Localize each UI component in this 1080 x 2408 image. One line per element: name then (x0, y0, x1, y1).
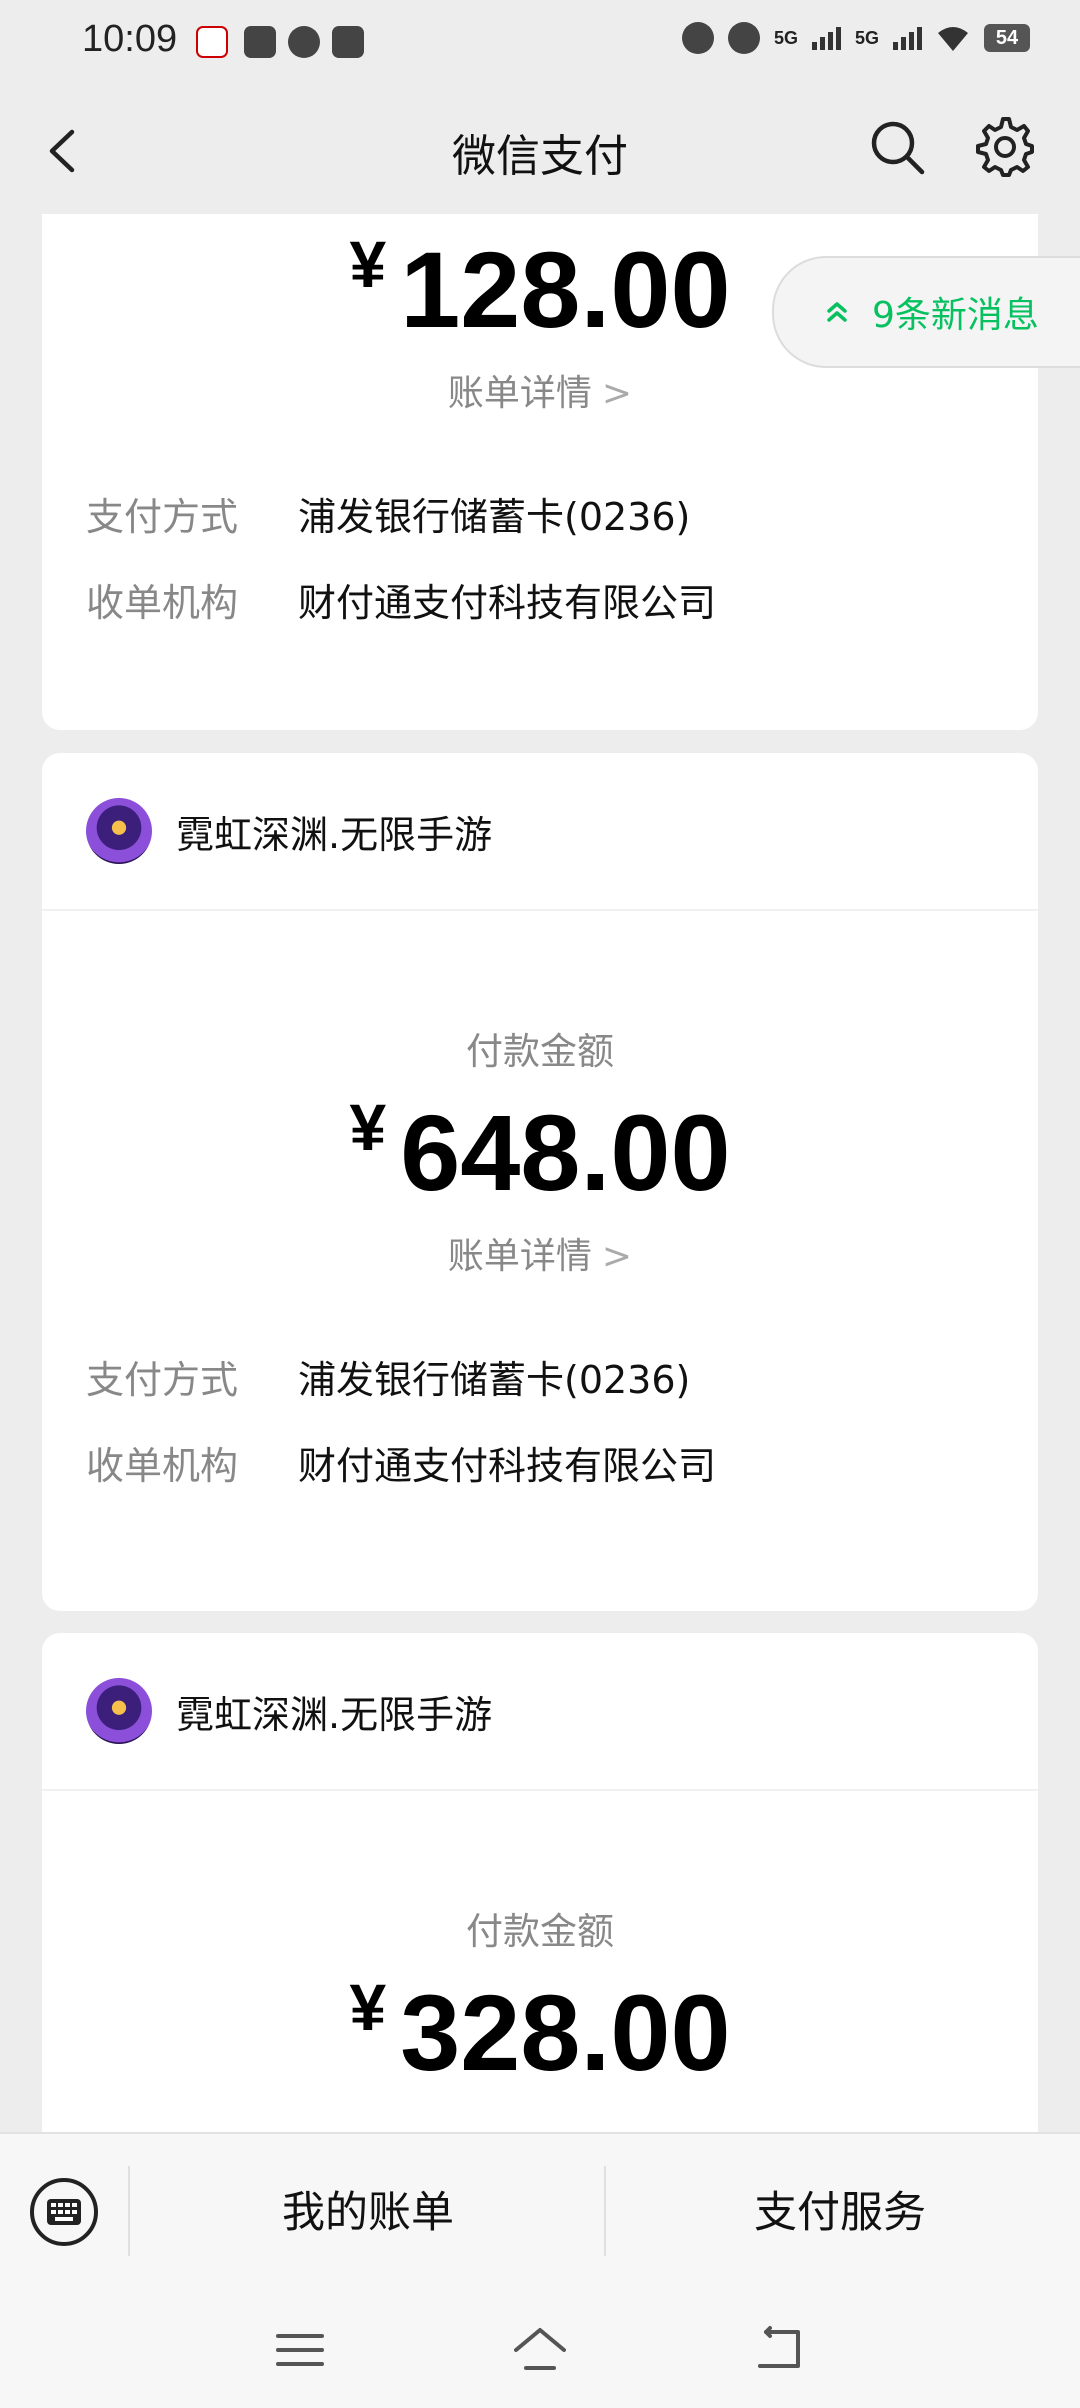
payment-method-value: 浦发银行储蓄卡(0236) (298, 494, 691, 539)
merchant-header[interactable]: 霓虹深渊.无限手游 (42, 1633, 1038, 1791)
status-time: 10:09 (82, 18, 178, 60)
notification-mail-icon (244, 26, 276, 58)
merchant-avatar (86, 1678, 152, 1744)
acquirer-label: 收单机构 (86, 1443, 239, 1488)
new-messages-label: 9条新消息 (872, 295, 1039, 336)
acquirer-row: 收单机构 财付通支付科技有限公司 (42, 1419, 1038, 1505)
payment-method-label: 支付方式 (86, 1357, 239, 1402)
bill-detail-link[interactable]: 账单详情 > (42, 364, 1038, 416)
status-bar: 10:09 5G 5G 54 (0, 0, 1080, 86)
wifi-icon (938, 27, 968, 51)
payment-list[interactable]: ¥128.00 账单详情 > 支付方式 浦发银行储蓄卡(0236) 收单机构 财付… (0, 214, 1080, 2132)
acquirer-label: 收单机构 (86, 580, 239, 625)
payment-method-label: 支付方式 (86, 494, 239, 539)
double-chevron-up-icon (827, 302, 847, 322)
signal-bars-icon-2 (893, 26, 922, 50)
acquirer-value: 财付通支付科技有限公司 (298, 580, 717, 625)
pay-services-button[interactable]: 支付服务 (620, 2178, 1060, 2240)
currency-symbol: ¥ (349, 1970, 387, 2044)
nav-bar: 微信支付 (0, 86, 1080, 214)
alarm-icon (681, 22, 714, 54)
payment-method-row: 支付方式 浦发银行储蓄卡(0236) (42, 1333, 1038, 1419)
my-bills-button[interactable]: 我的账单 (148, 2178, 588, 2240)
bill-detail-label: 账单详情 (447, 373, 592, 414)
chevron-right-icon: > (601, 1236, 633, 1277)
acquirer-value: 财付通支付科技有限公司 (298, 1443, 717, 1488)
bill-detail-link[interactable]: 账单详情 > (42, 1227, 1038, 1279)
merchant-header[interactable]: 霓虹深渊.无限手游 (42, 753, 1038, 911)
notification-app-icon (196, 26, 228, 58)
bottom-menu-bar: 我的账单 支付服务 (0, 2132, 1080, 2288)
payment-amount-label: 付款金额 (466, 1910, 614, 1953)
payment-amount: ¥648.00 (42, 1089, 1038, 1215)
menu-divider (128, 2166, 130, 2256)
payment-amount: ¥328.00 (42, 1969, 1038, 2095)
merchant-name: 霓虹深渊.无限手游 (176, 812, 493, 857)
signal-label-1: 5G (773, 28, 798, 48)
system-navigation-bar (0, 2286, 1080, 2408)
amount-value: 328.00 (400, 1972, 731, 2093)
signal-bars-icon (811, 26, 841, 50)
payment-card-3[interactable]: 霓虹深渊.无限手游 付款金额 ¥328.00 (42, 1633, 1038, 2132)
menu-icon[interactable] (272, 2322, 328, 2378)
payment-amount-label: 付款金额 (466, 1030, 614, 1073)
menu-divider (604, 2166, 606, 2256)
status-indicators: 5G 5G 54 (681, 22, 1030, 54)
mute-icon (727, 22, 760, 54)
battery-icon: 54 (984, 24, 1030, 52)
home-icon[interactable] (512, 2322, 568, 2378)
back-nav-icon[interactable] (752, 2322, 808, 2378)
payment-method-row: 支付方式 浦发银行储蓄卡(0236) (42, 470, 1038, 556)
settings-gear-icon[interactable] (972, 114, 1038, 180)
payment-card-2[interactable]: 霓虹深渊.无限手游 付款金额 ¥648.00 账单详情 > 支付方式 浦发银行储蓄… (42, 753, 1038, 1611)
chevron-right-icon: > (601, 373, 633, 414)
currency-symbol: ¥ (349, 227, 387, 301)
notification-message-icon (332, 26, 364, 58)
keyboard-icon[interactable] (28, 2176, 100, 2248)
acquirer-row: 收单机构 财付通支付科技有限公司 (42, 556, 1038, 642)
payment-method-value: 浦发银行储蓄卡(0236) (298, 1357, 691, 1402)
notification-speed-icon (288, 26, 320, 58)
new-messages-button[interactable]: 9条新消息 (772, 256, 1080, 368)
currency-symbol: ¥ (349, 1090, 387, 1164)
amount-value: 128.00 (400, 229, 731, 350)
amount-value: 648.00 (400, 1092, 731, 1213)
signal-label-2: 5G (854, 28, 879, 48)
merchant-avatar (86, 798, 152, 864)
merchant-name: 霓虹深渊.无限手游 (176, 1692, 493, 1737)
search-icon[interactable] (866, 116, 928, 178)
bill-detail-label: 账单详情 (447, 1236, 592, 1277)
